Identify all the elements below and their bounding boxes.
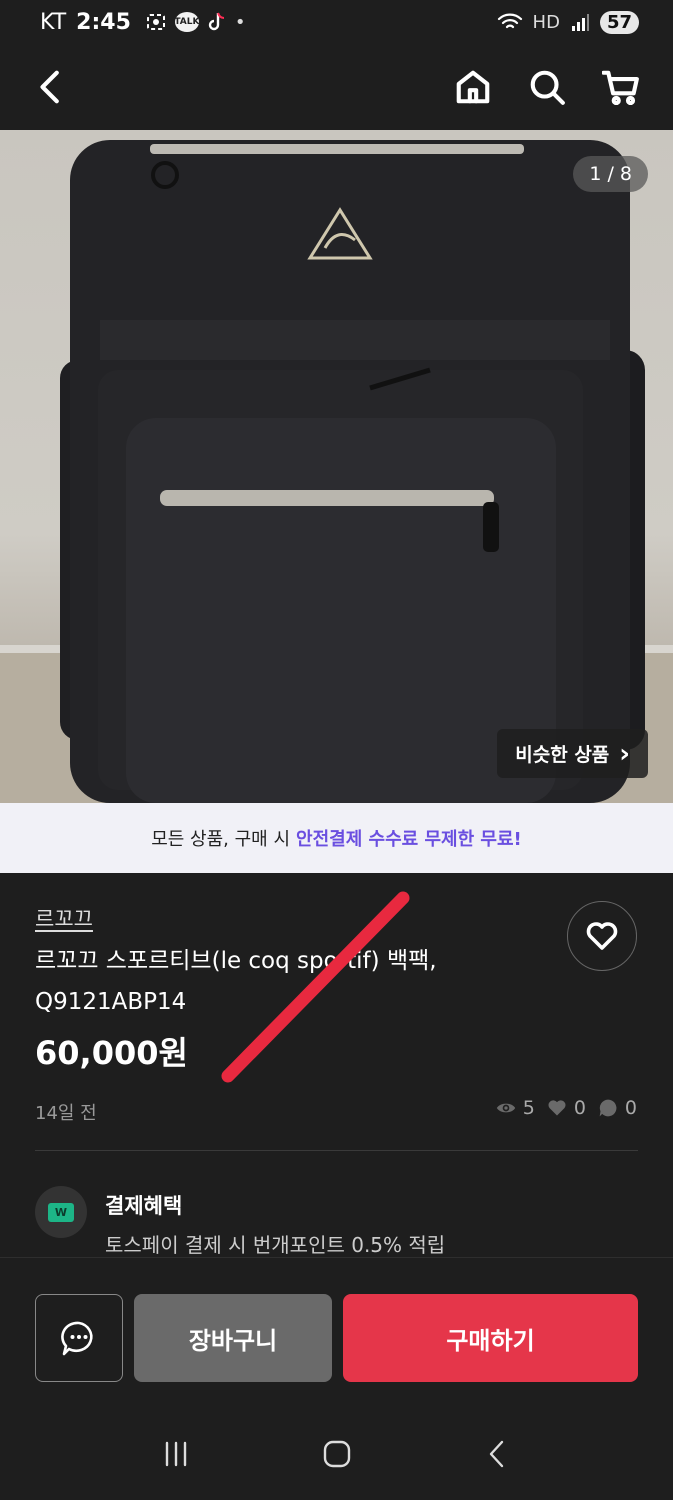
tiktok-icon (208, 12, 224, 31)
promo-highlight: 안전결제 수수료 무제한 무료! (296, 829, 522, 850)
back-arrow-icon (40, 70, 59, 104)
eye-icon (496, 1103, 515, 1113)
likes-count: 0 (573, 1097, 586, 1119)
toss-pay-badge: W (47, 1202, 75, 1222)
search-button[interactable] (525, 65, 569, 109)
kakaotalk-icon: TALK (174, 12, 199, 32)
recent-apps-button[interactable] (146, 1429, 206, 1479)
signal-icon (571, 14, 589, 31)
search-icon (530, 70, 565, 105)
system-home-button[interactable] (307, 1429, 367, 1479)
recent-apps-icon (165, 1441, 186, 1466)
likes-stat: 0 (547, 1097, 586, 1119)
divider (35, 1150, 638, 1151)
product-price: 60,000원 (35, 1034, 188, 1072)
add-to-cart-button[interactable]: 장바구니 (134, 1294, 332, 1382)
system-nav-bar (0, 1407, 673, 1500)
status-bar: KT 2:45 TALK • HD 57 (0, 0, 673, 44)
image-counter: 1 / 8 (573, 156, 648, 192)
wifi-icon (497, 13, 522, 29)
screenshot-icon (146, 14, 165, 30)
cart-icon (602, 70, 639, 106)
notification-dot: • (234, 11, 246, 33)
back-icon (489, 1440, 503, 1467)
heart-filled-icon (548, 1100, 566, 1116)
home-circle-icon (323, 1440, 350, 1467)
similar-products-label: 비슷한 상품 (515, 744, 610, 766)
back-button[interactable] (30, 65, 74, 109)
product-title-line2: Q9121ABP14 (35, 989, 187, 1015)
nav-actions (451, 65, 643, 109)
favorite-button[interactable] (567, 901, 637, 971)
similar-products-button[interactable]: 비슷한 상품 › (497, 729, 648, 778)
heart-icon (586, 922, 618, 950)
buy-now-button[interactable]: 구매하기 (343, 1294, 638, 1382)
status-right: HD 57 (497, 10, 639, 34)
benefit-description: 토스페이 결제 시 번개포인트 0.5% 적립 (105, 1233, 446, 1257)
home-button[interactable] (451, 65, 495, 109)
toss-pay-icon: W (35, 1186, 87, 1238)
chats-stat: 0 (598, 1097, 637, 1119)
chats-count: 0 (624, 1097, 637, 1119)
chevron-right-icon: › (619, 738, 630, 769)
cart-button[interactable] (599, 65, 643, 109)
notification-icons: TALK • (145, 11, 246, 33)
product-image[interactable]: 1 / 8 비슷한 상품 › (0, 130, 673, 803)
posted-time: 14일 전 (35, 1103, 97, 1124)
product-info: 르꼬끄 르꼬끄 스포르티브(le coq sportif) 백팩, Q9121A… (0, 873, 673, 1257)
views-count: 5 (522, 1097, 535, 1119)
status-left: KT 2:45 TALK • (40, 10, 246, 35)
product-title: 르꼬끄 스포르티브(le coq sportif) 백팩, Q9121ABP14 (35, 941, 535, 1023)
chat-button[interactable] (35, 1294, 123, 1382)
chat-bubble-icon (599, 1099, 617, 1117)
views-stat: 5 (496, 1097, 535, 1119)
product-title-line1: 르꼬끄 스포르티브(le coq sportif) 백팩, (35, 948, 437, 974)
home-icon (456, 70, 490, 104)
promo-banner[interactable]: 모든 상품, 구매 시 안전결제 수수료 무제한 무료! (0, 803, 673, 873)
clock: 2:45 (76, 9, 131, 35)
backpack-photo (0, 140, 673, 803)
hd-voice-icon: HD (532, 11, 560, 33)
bottom-action-bar: 장바구니 구매하기 (0, 1257, 673, 1407)
brand-link[interactable]: 르꼬끄 (35, 903, 93, 933)
promo-text: 모든 상품, 구매 시 (151, 829, 291, 850)
system-back-button[interactable] (468, 1429, 528, 1479)
product-stats: 5 0 0 (496, 1097, 637, 1119)
benefit-title: 결제혜택 (105, 1194, 183, 1218)
chat-icon (61, 1321, 93, 1356)
battery-indicator: 57 (599, 10, 639, 34)
top-nav (0, 44, 673, 130)
carrier-label: KT (40, 9, 67, 35)
